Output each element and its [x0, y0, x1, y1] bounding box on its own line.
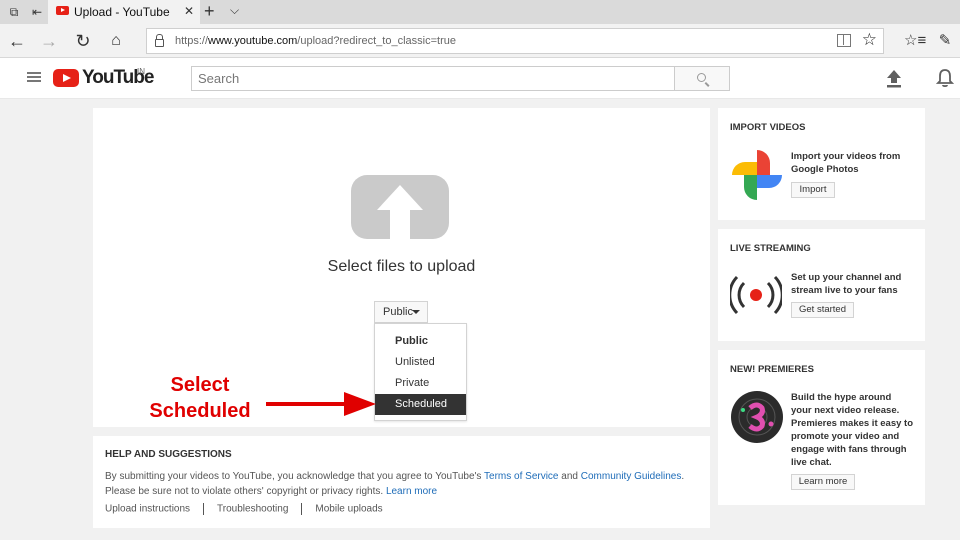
- youtube-favicon-icon: [56, 6, 69, 15]
- help-panel: HELP AND SUGGESTIONS By submitting your …: [93, 436, 710, 528]
- lock-icon: [155, 34, 164, 47]
- tab-title: Upload - YouTube: [74, 5, 170, 19]
- annotation-line-1: Select: [170, 374, 230, 396]
- privacy-selected-label: Public: [383, 306, 413, 318]
- troubleshooting-link[interactable]: Troubleshooting: [217, 504, 288, 515]
- tab-upload-youtube[interactable]: Upload - YouTube ✕: [48, 0, 200, 24]
- learn-more-button[interactable]: Learn more: [791, 474, 855, 490]
- url-text[interactable]: https://www.youtube.com/upload?redirect_…: [175, 35, 456, 47]
- new-tab-button[interactable]: +: [204, 1, 215, 22]
- learn-more-link[interactable]: Learn more: [386, 486, 437, 497]
- premieres-description: Build the hype around your next video re…: [791, 392, 913, 468]
- mobile-uploads-link[interactable]: Mobile uploads: [315, 504, 382, 515]
- premiere-countdown-icon: [731, 391, 783, 443]
- refresh-icon[interactable]: ↻: [72, 30, 94, 52]
- web-note-pen-icon[interactable]: ✎: [934, 30, 956, 52]
- annotation-callout: Select Scheduled: [130, 372, 270, 424]
- terms-of-service-link[interactable]: Terms of Service: [484, 471, 558, 482]
- favorite-star-icon[interactable]: ☆: [862, 30, 877, 50]
- annotation-arrow-icon: [266, 392, 376, 416]
- search-input[interactable]: [191, 66, 675, 91]
- google-photos-icon: [732, 150, 782, 200]
- address-bar[interactable]: https://www.youtube.com/upload?redirect_…: [146, 28, 884, 54]
- live-description: Set up your channel and stream live to y…: [791, 272, 902, 296]
- community-guidelines-link[interactable]: Community Guidelines: [581, 471, 682, 482]
- premieres-card: NEW! PREMIERES Build the hype around you…: [718, 350, 925, 505]
- get-started-button[interactable]: Get started: [791, 302, 854, 318]
- back-arrow-icon[interactable]: ←: [6, 30, 28, 52]
- reading-view-icon[interactable]: [837, 34, 851, 47]
- select-files-title[interactable]: Select files to upload: [93, 258, 710, 276]
- premieres-heading: NEW! PREMIERES: [730, 364, 814, 375]
- youtube-header: YouTube IN: [0, 58, 960, 99]
- help-heading: HELP AND SUGGESTIONS: [105, 449, 232, 460]
- annotation-line-2: Scheduled: [149, 400, 251, 422]
- set-aside-tabs-icon[interactable]: ⇤: [29, 4, 45, 20]
- hamburger-menu-icon[interactable]: [27, 72, 41, 82]
- home-icon[interactable]: ⌂: [105, 30, 127, 52]
- logo-region-code: IN: [137, 67, 145, 76]
- caret-down-icon: [412, 310, 420, 314]
- youtube-logo-icon[interactable]: [53, 69, 79, 87]
- help-text: By submitting your videos to YouTube, yo…: [105, 471, 685, 497]
- import-videos-card: IMPORT VIDEOS Import your videos from Go…: [718, 108, 925, 220]
- browser-nav-bar: ← → ↻ ⌂ https://www.youtube.com/upload?r…: [0, 24, 960, 58]
- search-button[interactable]: [675, 66, 730, 91]
- notifications-bell-icon[interactable]: [936, 68, 954, 88]
- browser-tab-bar: ⧉ ⇤ Upload - YouTube ✕ + ⌵: [0, 0, 960, 24]
- upload-arrow-graphic-icon[interactable]: [351, 175, 449, 239]
- tab-preview-chevron-icon[interactable]: ⌵: [230, 3, 239, 18]
- privacy-dropdown-button[interactable]: Public: [374, 301, 428, 323]
- import-description: Import your videos from Google Photos: [791, 151, 901, 175]
- import-button[interactable]: Import: [791, 182, 835, 198]
- live-streaming-card: LIVE STREAMING Set up your channel and s…: [718, 229, 925, 341]
- search-icon: [697, 73, 706, 82]
- favorites-hub-icon[interactable]: ☆≡: [904, 30, 926, 52]
- help-links: Upload instructions Troubleshooting Mobile…: [105, 503, 383, 515]
- privacy-menu: Public Unlisted Private Scheduled: [374, 323, 467, 421]
- divider: [301, 503, 303, 515]
- live-heading: LIVE STREAMING: [730, 243, 811, 254]
- live-broadcast-icon: [730, 275, 782, 315]
- tab-groups-icon[interactable]: ⧉: [6, 4, 22, 20]
- tab-close-icon[interactable]: ✕: [184, 4, 194, 18]
- privacy-option-unlisted[interactable]: Unlisted: [375, 352, 466, 373]
- upload-icon[interactable]: [886, 70, 902, 88]
- upload-instructions-link[interactable]: Upload instructions: [105, 504, 190, 515]
- divider: [203, 503, 205, 515]
- forward-arrow-icon[interactable]: →: [38, 30, 60, 52]
- privacy-option-public[interactable]: Public: [375, 331, 466, 352]
- privacy-option-scheduled[interactable]: Scheduled: [375, 394, 466, 415]
- import-heading: IMPORT VIDEOS: [730, 122, 806, 133]
- privacy-option-private[interactable]: Private: [375, 373, 466, 394]
